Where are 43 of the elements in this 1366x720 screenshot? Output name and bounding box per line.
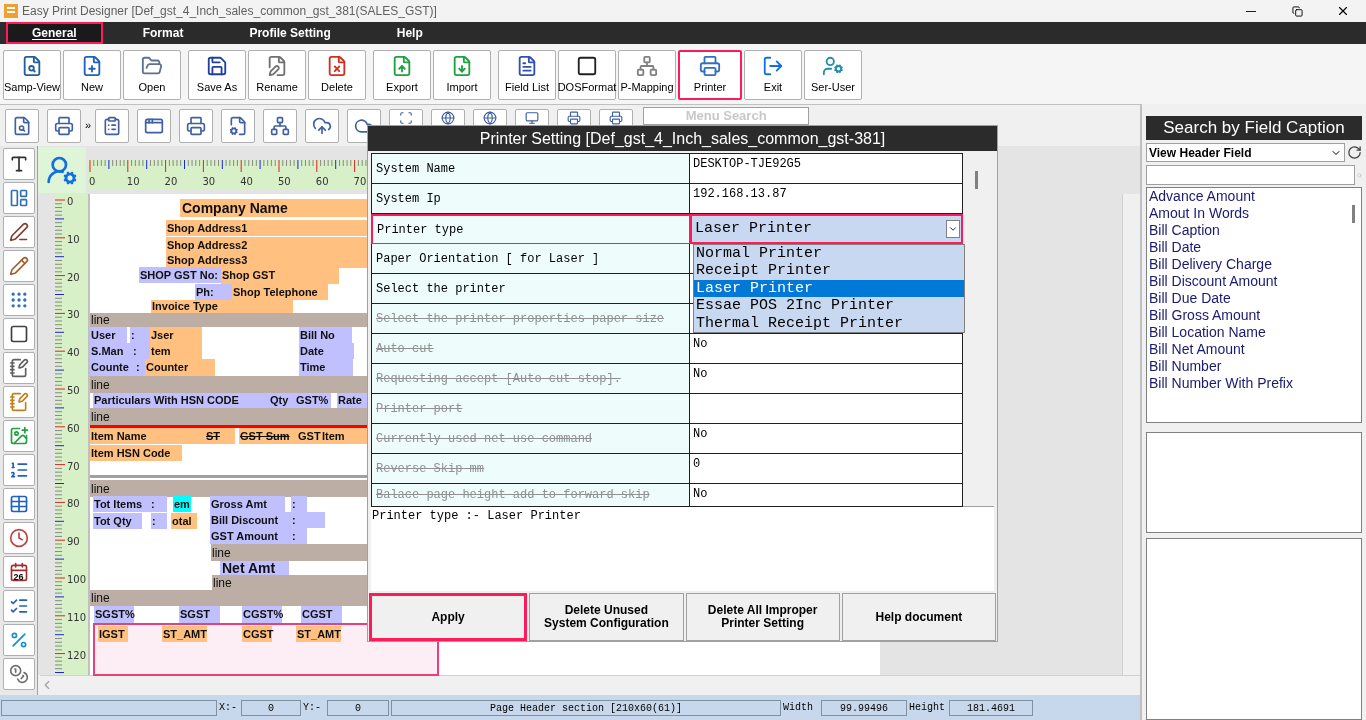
ruler-number: 20 [67, 271, 80, 284]
description-box: Printer type :- Laser Printer [371, 506, 994, 591]
ruler-number: 10 [126, 176, 140, 188]
ruler-number: 50 [278, 176, 291, 188]
ruler-number: 100 [67, 574, 87, 586]
setting-label: Paper Orientation [ for Laser ] [371, 244, 690, 274]
ruler-number: 70 [353, 176, 367, 188]
status-value: 0 [327, 699, 389, 716]
status-label: X:- [219, 701, 238, 715]
setting-label: Select the printer [371, 274, 690, 304]
status-label: Y:- [303, 701, 322, 715]
window-title: Easy Print Designer [Def_gst_4_Inch_sales_common_gst_381(SALES_GST)] [22, 3, 437, 20]
status-label: Height [909, 701, 946, 715]
ruler-number: 60 [67, 422, 80, 435]
panel-title: Search by Field Caption [1146, 116, 1362, 140]
setting-label: Printer port [371, 394, 690, 424]
setting-label: Currently used net use command [371, 424, 690, 454]
setting-label: System Ip [371, 184, 690, 214]
ruler-number: 20 [164, 176, 178, 188]
calendar-day: 26 [13, 570, 24, 584]
status-value: 99.99496 [821, 699, 907, 716]
ruler-number: 50 [67, 385, 80, 397]
status-value: 0 [241, 699, 301, 716]
status-label: Width [783, 701, 814, 715]
ruler-number: 110 [67, 611, 87, 624]
ruler-number: 120 [67, 649, 87, 662]
setting-label: Select the printer properties paper size [371, 304, 690, 334]
ruler-number: 70 [67, 460, 80, 473]
ruler-number: 0 [89, 176, 96, 188]
ruler-number: 10 [67, 233, 80, 246]
setting-label: Printer type [371, 214, 690, 244]
setting-label: Auto cut [371, 334, 690, 364]
setting-label: System Name [371, 154, 690, 184]
setting-label: Requesting accept [Auto cut stop]. [371, 364, 690, 394]
status-section: Page Header section [210x60(61)] [391, 699, 781, 716]
setting-label: Reverse Skip mm [371, 454, 690, 484]
dialog-title: Printer Setting [Def_gst_4_Inch_sales_common_gst-381] [368, 126, 997, 151]
ruler-number: 0 [67, 196, 74, 208]
ruler-number: 40 [240, 176, 253, 188]
setting-label: Balace page height add to forward skip [371, 484, 690, 507]
status-value: 181.4691 [949, 699, 1033, 716]
ruler-number: 60 [315, 176, 329, 188]
ruler-number: 30 [202, 176, 216, 188]
